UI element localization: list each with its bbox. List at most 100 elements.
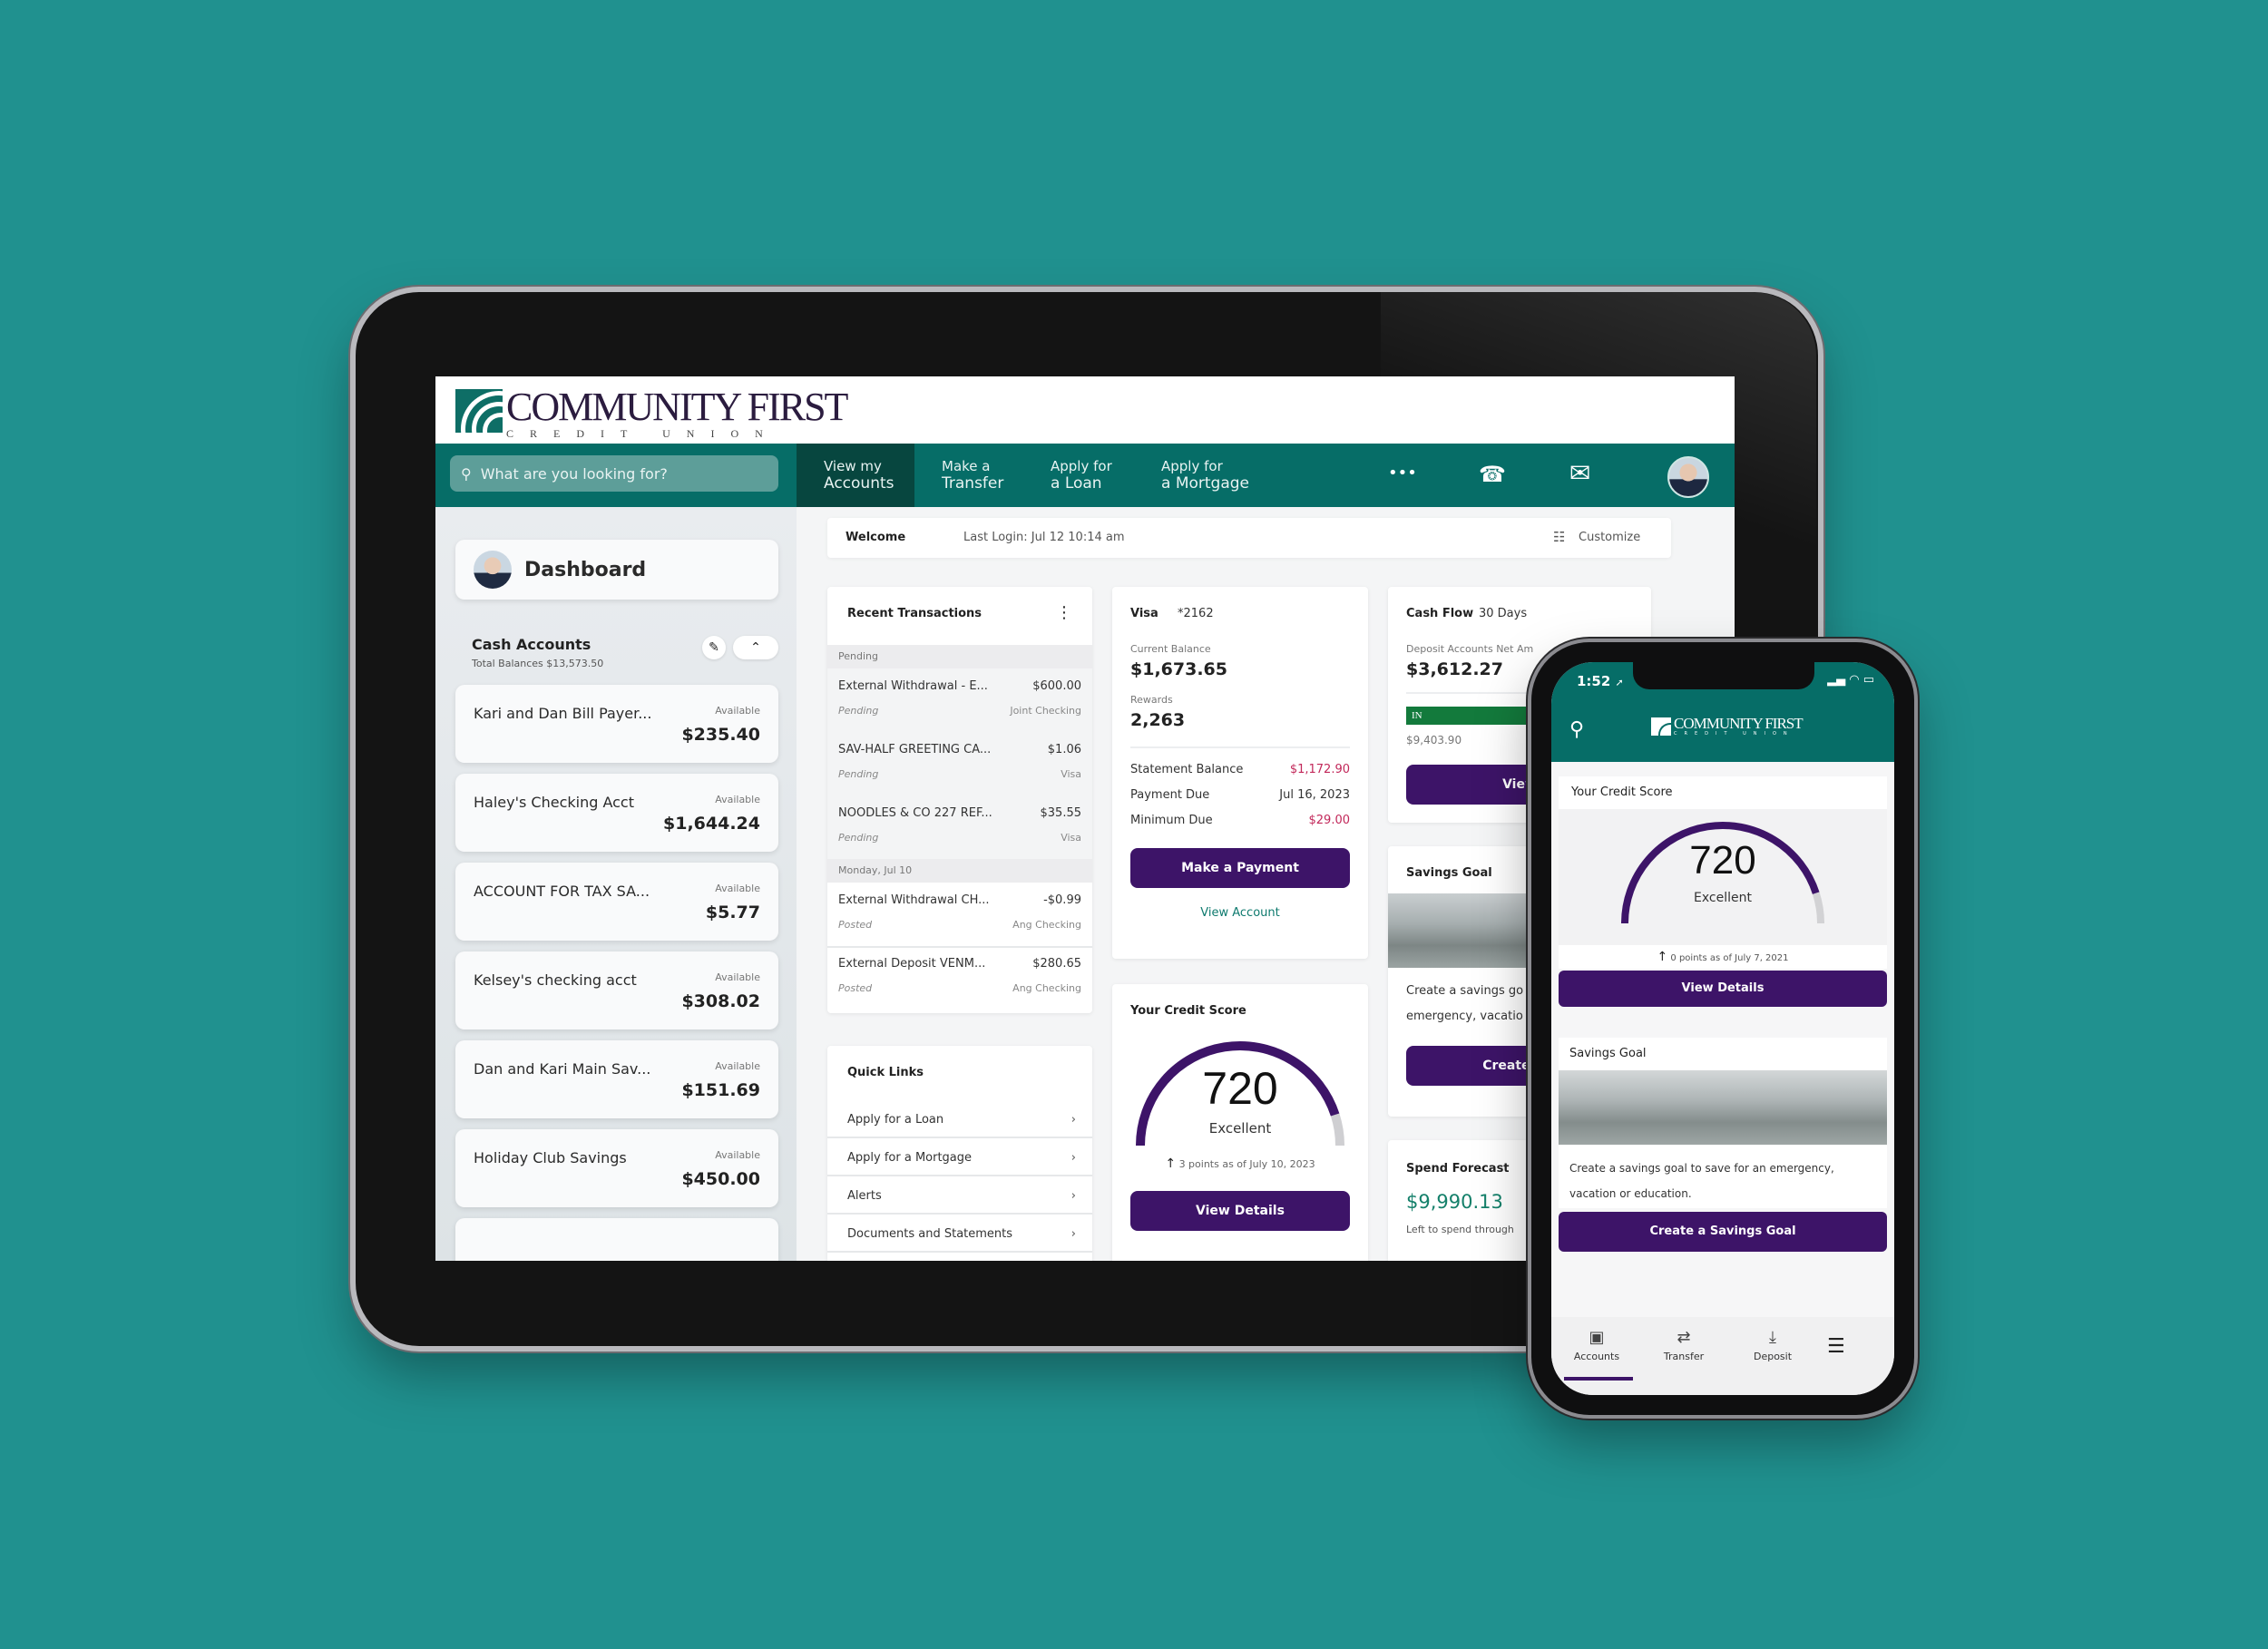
pencil-icon: ✎ — [709, 640, 719, 655]
brand-subtitle: CREDIT UNION — [506, 427, 779, 440]
spend-forecast-caption: Left to spend through — [1406, 1224, 1514, 1235]
chevron-up-icon: ⌃ — [750, 640, 761, 655]
account-card[interactable]: Kelsey's checking acct Available $308.02 — [455, 951, 778, 1029]
net-value: $3,612.27 — [1406, 659, 1503, 679]
main-nav: ⚲ What are you looking for? View my Acco… — [435, 444, 1735, 507]
transaction-group-label: Pending — [827, 645, 1092, 668]
sliders-icon[interactable]: ☷ — [1553, 529, 1565, 545]
cash-accounts-total: Total Balances $13,573.50 — [472, 658, 604, 669]
accounts-sidebar: Dashboard Cash Accounts Total Balances $… — [435, 507, 797, 1261]
accounts-icon: ▣ — [1589, 1328, 1605, 1347]
quick-links-panel: Quick Links Apply for a Loan › Apply for … — [827, 1046, 1092, 1261]
nav-view-accounts[interactable]: View my Accounts — [797, 444, 914, 507]
nav-apply-mortgage[interactable]: Apply for a Mortgage — [1134, 444, 1270, 507]
tab-transfer[interactable]: ⇄ Transfer — [1647, 1328, 1720, 1362]
transaction-amount: $35.55 — [1040, 806, 1082, 820]
brand-logo[interactable]: COMMUNITY FIRST CREDIT UNION — [455, 387, 848, 441]
savings-goal-title: Savings Goal — [1406, 866, 1492, 880]
account-card[interactable]: Haley's Checking Acct Available $1,644.2… — [455, 774, 778, 852]
account-balance: $308.02 — [681, 991, 760, 1011]
account-card[interactable]: Kari and Dan Bill Payer... Available $23… — [455, 685, 778, 763]
status-time: 1:52 ➚ — [1577, 673, 1624, 689]
transaction-account: Visa — [1061, 768, 1081, 780]
account-name: Dan and Kari Main Sav... — [474, 1060, 651, 1078]
account-name: Kelsey's checking acct — [474, 971, 637, 989]
phone-device: 1:52 ➚ ▂▄ ◠ ▭ ⚲ COMMUNITY FIRST CREDIT U… — [1531, 642, 1914, 1415]
search-icon: ⚲ — [461, 464, 472, 483]
transaction-row[interactable]: SAV-HALF GREETING CA... $1.06 Pending Vi… — [827, 732, 1092, 797]
time-text: 1:52 — [1577, 673, 1611, 689]
account-card[interactable]: Holiday Club Savings Available $450.00 — [455, 1129, 778, 1207]
nav-label-line2: a Mortgage — [1161, 474, 1250, 493]
view-account-link[interactable]: View Account — [1112, 906, 1368, 920]
nav-label-line1: View my — [824, 458, 882, 474]
quick-link[interactable]: Alerts › — [827, 1178, 1092, 1215]
brand-logo: COMMUNITY FIRST CREDIT UNION — [1651, 715, 1804, 737]
nav-make-transfer[interactable]: Make a Transfer — [914, 444, 1023, 507]
transaction-row[interactable]: NOODLES & CO 227 REF... $35.55 Pending V… — [827, 795, 1092, 861]
account-balance: $5.77 — [705, 903, 760, 922]
credit-score-value: 720 — [1202, 1063, 1278, 1114]
collapse-button[interactable]: ⌃ — [733, 636, 778, 659]
transaction-account: Ang Checking — [1012, 919, 1081, 931]
kebab-menu-icon[interactable]: ⋮ — [1056, 603, 1072, 622]
savings-goal-text-line2: emergency, vacatio — [1406, 1010, 1523, 1023]
brand-name: COMMUNITY FIRST — [1674, 715, 1804, 732]
transaction-desc: External Withdrawal - E... — [838, 679, 988, 693]
welcome-bar: Welcome Last Login: Jul 12 10:14 am ☷ Cu… — [827, 518, 1671, 558]
transaction-account: Ang Checking — [1012, 982, 1081, 994]
tab-deposit[interactable]: ⤓ Deposit — [1736, 1328, 1809, 1362]
transaction-row[interactable]: External Withdrawal CH... -$0.99 Posted … — [827, 883, 1092, 948]
quick-link[interactable]: Apply for a Mortgage › — [827, 1140, 1092, 1176]
mail-icon[interactable]: ✉ — [1569, 458, 1590, 488]
search-input[interactable]: ⚲ What are you looking for? — [450, 455, 778, 492]
transaction-row[interactable]: External Withdrawal - E... $600.00 Pendi… — [827, 668, 1092, 734]
search-icon[interactable]: ⚲ — [1569, 718, 1584, 741]
credit-score-title: Your Credit Score — [1130, 1004, 1246, 1018]
quick-link[interactable]: Documents and Statements › — [827, 1216, 1092, 1253]
quick-link-label: Documents and Statements — [847, 1227, 1013, 1241]
tab-accounts[interactable]: ▣ Accounts — [1560, 1328, 1633, 1362]
available-label: Available — [715, 1149, 760, 1161]
statement-balance-row: Statement Balance $1,172.90 — [1130, 763, 1350, 776]
user-avatar[interactable] — [1667, 456, 1709, 498]
account-card[interactable]: ACCOUNT FOR TAX SA... Available $5.77 — [455, 863, 778, 941]
transaction-row[interactable]: External Deposit VENM... $280.65 Posted … — [827, 946, 1092, 1010]
dashboard-title: Dashboard — [524, 558, 647, 581]
dashboard-header[interactable]: Dashboard — [455, 540, 778, 600]
account-name: Holiday Club Savings — [474, 1149, 627, 1166]
app-header: COMMUNITY FIRST CREDIT UNION — [435, 376, 1735, 444]
account-card[interactable]: Dan and Kari Main Sav... Available $151.… — [455, 1040, 778, 1118]
tab-label: Transfer — [1663, 1351, 1705, 1362]
customize-link[interactable]: Customize — [1579, 531, 1640, 544]
account-name: Kari and Dan Bill Payer... — [474, 705, 652, 722]
more-icon[interactable]: ••• — [1388, 463, 1417, 483]
transaction-status: Pending — [838, 705, 879, 717]
row-value: $29.00 — [1308, 814, 1351, 827]
arrow-up-icon: ↑ — [1165, 1156, 1177, 1171]
quick-link-label: Alerts — [847, 1189, 882, 1203]
make-payment-button[interactable]: Make a Payment — [1130, 848, 1350, 888]
credit-score-panel: Your Credit Score 720 Excellent ↑ 3 poin… — [1112, 984, 1368, 1261]
view-details-button[interactable]: View Details — [1130, 1191, 1350, 1231]
nav-apply-loan[interactable]: Apply for a Loan — [1023, 444, 1134, 507]
transaction-status: Posted — [838, 982, 873, 994]
minimum-due-row: Minimum Due $29.00 — [1130, 814, 1350, 827]
cash-flow-period[interactable]: 30 Days — [1479, 607, 1527, 620]
edit-button[interactable]: ✎ — [702, 636, 726, 659]
net-label: Deposit Accounts Net Am — [1406, 643, 1534, 655]
menu-icon[interactable]: ☰ — [1827, 1335, 1845, 1358]
quick-link[interactable]: Apply for a Loan › — [827, 1102, 1092, 1138]
available-label: Available — [715, 1060, 760, 1072]
payment-due-row: Payment Due Jul 16, 2023 — [1130, 788, 1350, 802]
divider — [1130, 746, 1350, 748]
account-card-partial[interactable] — [455, 1218, 778, 1261]
transaction-amount: $600.00 — [1032, 679, 1081, 693]
phone-view-details-button[interactable]: View Details — [1559, 971, 1887, 1007]
phone-icon[interactable]: ☎ — [1479, 462, 1506, 487]
transaction-status: Pending — [838, 832, 879, 844]
account-balance: $151.69 — [681, 1080, 760, 1100]
phone-create-savings-goal-button[interactable]: Create a Savings Goal — [1559, 1212, 1887, 1252]
row-label: Statement Balance — [1130, 763, 1244, 776]
nav-label-line2: Transfer — [942, 474, 1004, 493]
